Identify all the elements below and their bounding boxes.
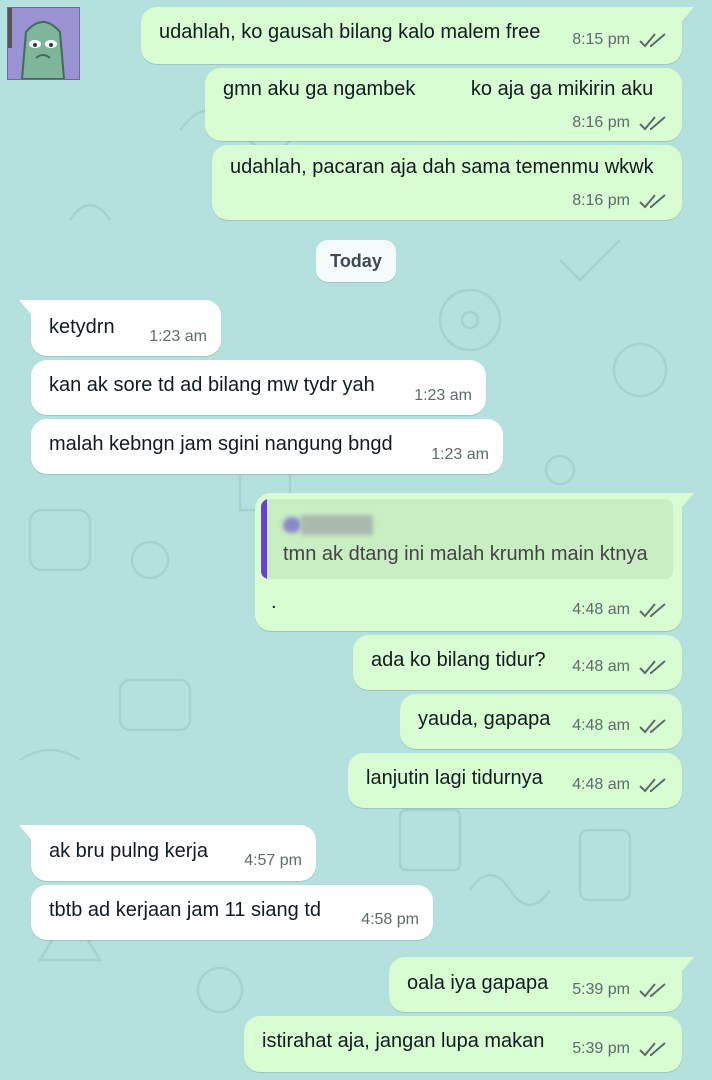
message-time: 4:57 pm bbox=[244, 852, 302, 869]
message-meta: 8:16 pm bbox=[572, 192, 668, 210]
message-time: 4:48 am bbox=[572, 601, 630, 618]
message-text: kan ak sore td ad bilang mw tydr yah bbox=[49, 374, 375, 396]
message-text: udahlah, pacaran aja dah sama temenmu wk… bbox=[230, 156, 654, 178]
message-time: 1:23 am bbox=[414, 387, 472, 404]
incoming-message[interactable]: ak bru pulng kerja 4:57 pm bbox=[19, 825, 316, 881]
message-time: 8:16 pm bbox=[572, 192, 630, 209]
outgoing-message[interactable]: udahlah, ko gausah bilang kalo malem fre… bbox=[141, 7, 694, 64]
double-check-icon bbox=[639, 1042, 666, 1057]
message-text: udahlah, ko gausah bilang kalo malem fre… bbox=[159, 21, 541, 43]
message-meta: 4:48 am bbox=[572, 601, 668, 619]
outgoing-message[interactable]: yauda, gapapa 4:48 am bbox=[400, 694, 682, 749]
double-check-icon bbox=[639, 194, 666, 209]
message-text: . bbox=[271, 591, 277, 613]
double-check-icon bbox=[639, 719, 666, 734]
double-check-icon bbox=[639, 983, 666, 998]
message-meta: 4:48 am bbox=[572, 776, 668, 794]
message-text: istirahat aja, jangan lupa makan bbox=[262, 1030, 545, 1052]
message-text: tbtb ad kerjaan jam 11 siang td bbox=[49, 899, 322, 921]
message-time: 1:23 am bbox=[149, 328, 207, 345]
incoming-message[interactable]: kan ak sore td ad bilang mw tydr yah 1:2… bbox=[31, 360, 486, 415]
outgoing-message[interactable]: lanjutin lagi tidurnya 4:48 am bbox=[348, 753, 682, 808]
message-text: ketydrn bbox=[49, 316, 115, 338]
message-meta: 4:48 am bbox=[572, 658, 668, 676]
quoted-message[interactable]: tmn ak dtang ini malah krumh main ktnya bbox=[261, 499, 673, 579]
quote-accent-bar bbox=[261, 499, 267, 579]
message-meta: 5:39 pm bbox=[572, 1040, 668, 1058]
message-text: gmn aku ga ngambek ko aja ga mikirin aku bbox=[223, 78, 654, 100]
double-check-icon bbox=[639, 116, 666, 131]
incoming-message[interactable]: tbtb ad kerjaan jam 11 siang td 4:58 pm bbox=[31, 885, 433, 940]
message-time: 5:39 pm bbox=[572, 981, 630, 998]
message-text: lanjutin lagi tidurnya bbox=[366, 767, 543, 789]
message-text: ada ko bilang tidur? bbox=[371, 649, 546, 671]
double-check-icon bbox=[639, 778, 666, 793]
quoted-text: tmn ak dtang ini malah krumh main ktnya bbox=[283, 543, 648, 565]
message-meta: 4:48 am bbox=[572, 717, 668, 735]
outgoing-message[interactable]: gmn aku ga ngambek ko aja ga mikirin aku… bbox=[205, 68, 682, 141]
outgoing-message[interactable]: istirahat aja, jangan lupa makan 5:39 pm bbox=[244, 1016, 682, 1072]
message-time: 1:23 am bbox=[431, 446, 489, 463]
outgoing-message[interactable]: oala iya gapapa 5:39 pm bbox=[389, 957, 694, 1012]
message-time: 8:15 pm bbox=[572, 31, 630, 48]
message-time: 5:39 pm bbox=[572, 1040, 630, 1057]
message-time: 4:48 am bbox=[572, 658, 630, 675]
sticker-image bbox=[8, 8, 79, 79]
outgoing-message[interactable]: udahlah, pacaran aja dah sama temenmu wk… bbox=[212, 145, 682, 220]
message-meta: 8:15 pm bbox=[572, 31, 668, 49]
incoming-message[interactable]: ketydrn 1:23 am bbox=[19, 300, 221, 356]
double-check-icon bbox=[639, 603, 666, 618]
message-time: 4:58 pm bbox=[361, 911, 419, 928]
sticker-thumbnail[interactable] bbox=[7, 7, 80, 80]
message-meta: 5:39 pm bbox=[572, 981, 668, 999]
message-time: 4:48 am bbox=[572, 776, 630, 793]
double-check-icon bbox=[639, 33, 666, 48]
message-meta: 8:16 pm bbox=[572, 114, 668, 132]
message-text: oala iya gapapa bbox=[407, 972, 549, 994]
quoted-sender-avatar-blurred bbox=[283, 517, 301, 533]
message-text: yauda, gapapa bbox=[418, 708, 551, 730]
double-check-icon bbox=[639, 660, 666, 675]
outgoing-message[interactable]: ada ko bilang tidur? 4:48 am bbox=[353, 635, 682, 690]
quoted-sender-name-blurred bbox=[301, 515, 373, 535]
outgoing-reply-message[interactable]: tmn ak dtang ini malah krumh main ktnya … bbox=[255, 493, 694, 631]
incoming-message[interactable]: malah kebngn jam sgini nangung bngd 1:23… bbox=[31, 419, 503, 474]
date-separator: Today bbox=[316, 240, 396, 282]
message-time: 4:48 am bbox=[572, 717, 630, 734]
message-text: malah kebngn jam sgini nangung bngd bbox=[49, 433, 393, 455]
message-time: 8:16 pm bbox=[572, 114, 630, 131]
message-text: ak bru pulng kerja bbox=[49, 840, 208, 862]
